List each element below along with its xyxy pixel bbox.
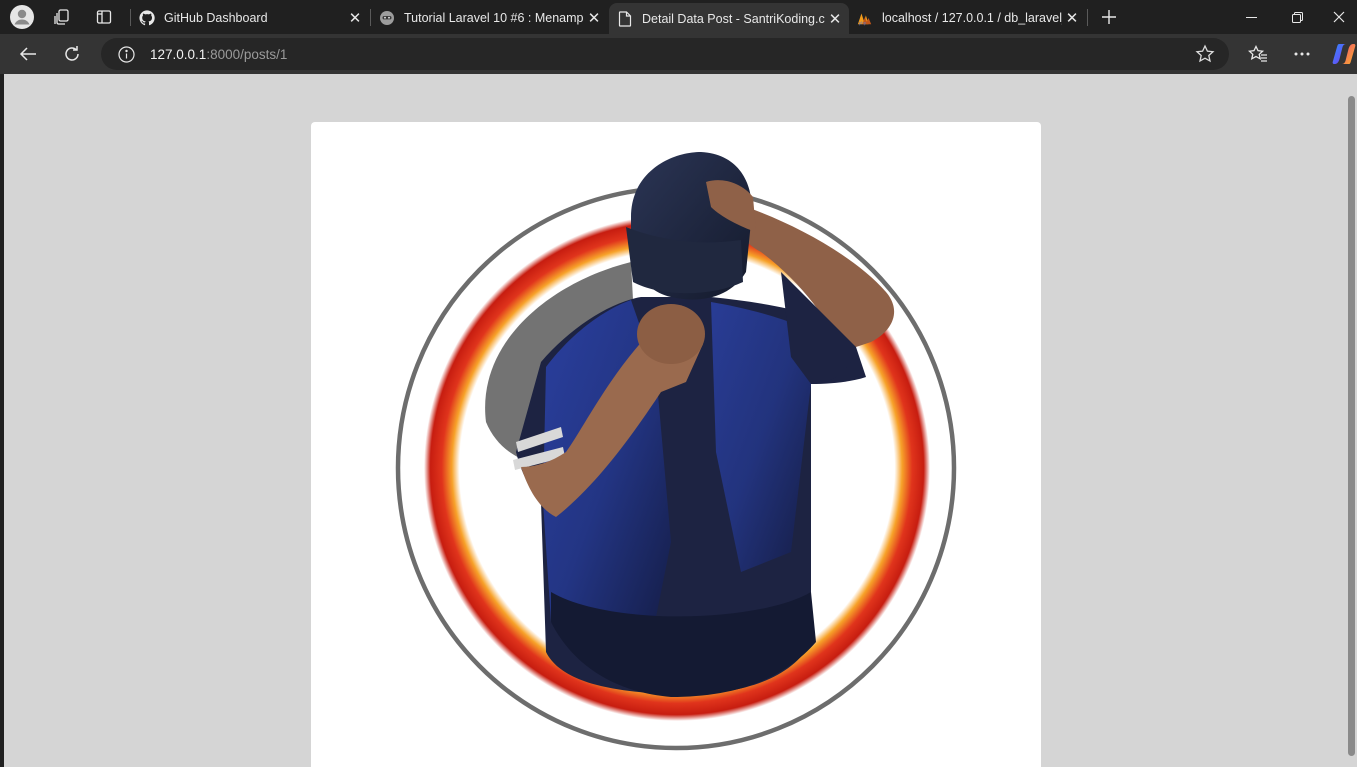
post-image [395, 152, 957, 751]
minimize-icon[interactable] [1228, 0, 1274, 34]
back-arrow-icon[interactable] [13, 39, 43, 69]
refresh-icon[interactable] [57, 39, 87, 69]
favorites-icon[interactable] [1243, 39, 1273, 69]
close-tab-icon[interactable]: ✕ [825, 9, 845, 29]
new-tab-icon[interactable] [1096, 4, 1122, 30]
santrikoding-icon [379, 10, 395, 26]
vertical-tabs-icon[interactable] [91, 4, 117, 30]
vertical-scrollbar[interactable] [1346, 74, 1357, 767]
tab-title: Tutorial Laravel 10 #6 : Menampilkan [404, 10, 584, 25]
favorite-star-icon[interactable] [1195, 44, 1215, 64]
tab-strip: GitHub Dashboard ✕ Tutorial Laravel 10 #… [0, 0, 1357, 34]
tab-detail-data-post[interactable]: Detail Data Post - SantriKoding.com ✕ [609, 3, 849, 34]
github-icon [139, 9, 155, 26]
profile-avatar-icon[interactable] [9, 4, 35, 30]
address-bar[interactable]: 127.0.0.1:8000/posts/1 [101, 38, 1229, 70]
url-host: 127.0.0.1 [150, 46, 207, 62]
close-tab-icon[interactable]: ✕ [345, 8, 365, 28]
page-viewport [4, 74, 1346, 767]
workspaces-icon[interactable] [49, 4, 75, 30]
tab-phpmyadmin[interactable]: php localhost / 127.0.0.1 / db_laravel_ … [849, 3, 1086, 32]
tab-title: GitHub Dashboard [164, 10, 268, 25]
url-text[interactable]: 127.0.0.1:8000/posts/1 [150, 47, 287, 62]
tab-title: Detail Data Post - SantriKoding.com [642, 11, 825, 26]
copilot-icon[interactable] [1329, 39, 1357, 69]
settings-more-icon[interactable] [1287, 39, 1317, 69]
post-card [311, 122, 1041, 767]
close-tab-icon[interactable]: ✕ [1062, 8, 1082, 28]
scrollbar-thumb[interactable] [1348, 96, 1355, 756]
close-window-icon[interactable] [1320, 0, 1357, 34]
restore-icon[interactable] [1274, 0, 1320, 34]
close-tab-icon[interactable]: ✕ [584, 8, 604, 28]
url-path: :8000/posts/1 [206, 46, 288, 62]
browser-toolbar: 127.0.0.1:8000/posts/1 [0, 34, 1357, 74]
tab-title: localhost / 127.0.0.1 / db_laravel_ [882, 10, 1062, 25]
browser-window: GitHub Dashboard ✕ Tutorial Laravel 10 #… [0, 0, 1357, 767]
phpmyadmin-icon: php [857, 10, 873, 26]
tab-separator [1087, 9, 1088, 26]
tab-tutorial-laravel[interactable]: Tutorial Laravel 10 #6 : Menampilkan ✕ [371, 3, 608, 32]
page-icon [617, 10, 633, 27]
site-info-icon[interactable] [116, 44, 136, 64]
tab-github-dashboard[interactable]: GitHub Dashboard ✕ [131, 3, 369, 32]
svg-text:php: php [859, 20, 867, 25]
